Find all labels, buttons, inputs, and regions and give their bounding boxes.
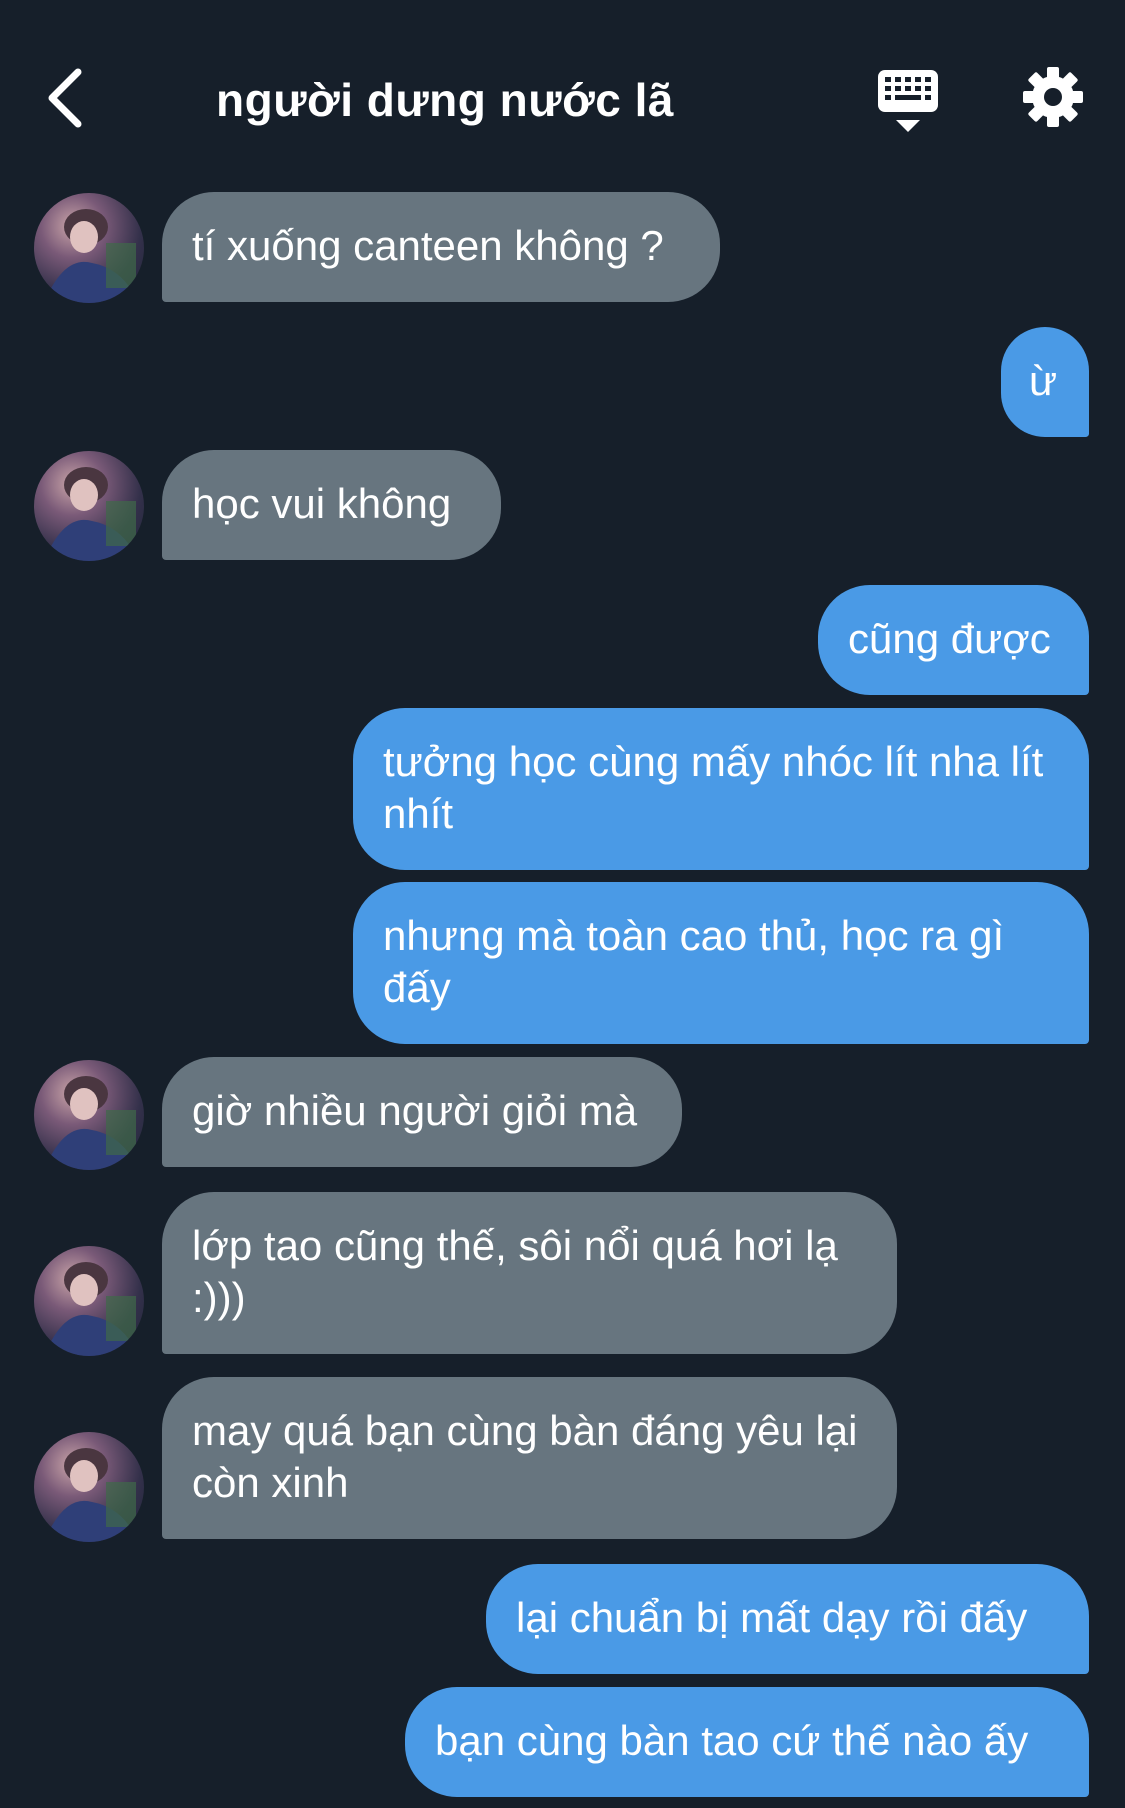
message-bubble-incoming[interactable]: giờ nhiều người giỏi mà — [162, 1057, 682, 1167]
gear-icon — [1023, 67, 1083, 127]
message-bubble-outgoing[interactable]: tưởng học cùng mấy nhóc lít nha lít nhít — [353, 708, 1089, 870]
avatar[interactable] — [34, 1246, 144, 1356]
avatar[interactable] — [34, 1060, 144, 1170]
chat-header: người dưng nước lã — [0, 0, 1125, 190]
avatar[interactable] — [34, 1432, 144, 1542]
message-bubble-incoming[interactable]: may quá bạn cùng bàn đáng yêu lại còn xi… — [162, 1377, 897, 1539]
settings-button[interactable] — [1022, 66, 1084, 128]
avatar[interactable] — [34, 451, 144, 561]
message-bubble-incoming[interactable]: học vui không — [162, 450, 501, 560]
back-button[interactable] — [40, 62, 96, 134]
chat-title: người dưng nước lã — [216, 74, 674, 126]
chevron-left-icon — [48, 68, 82, 128]
message-bubble-outgoing[interactable]: lại chuẩn bị mất dạy rồi đấy — [486, 1564, 1089, 1674]
keyboard-icon — [878, 70, 938, 132]
message-bubble-outgoing[interactable]: ừ — [1001, 327, 1089, 437]
message-bubble-outgoing[interactable]: bạn cùng bàn tao cứ thế nào ấy — [405, 1687, 1089, 1797]
message-bubble-outgoing[interactable]: nhưng mà toàn cao thủ, học ra gì đấy — [353, 882, 1089, 1044]
message-bubble-incoming[interactable]: lớp tao cũng thế, sôi nổi quá hơi lạ :))… — [162, 1192, 897, 1354]
message-bubble-incoming[interactable]: tí xuống canteen không ? — [162, 192, 720, 302]
message-bubble-outgoing[interactable]: cũng được — [818, 585, 1089, 695]
avatar[interactable] — [34, 193, 144, 303]
keyboard-button[interactable] — [876, 68, 940, 134]
